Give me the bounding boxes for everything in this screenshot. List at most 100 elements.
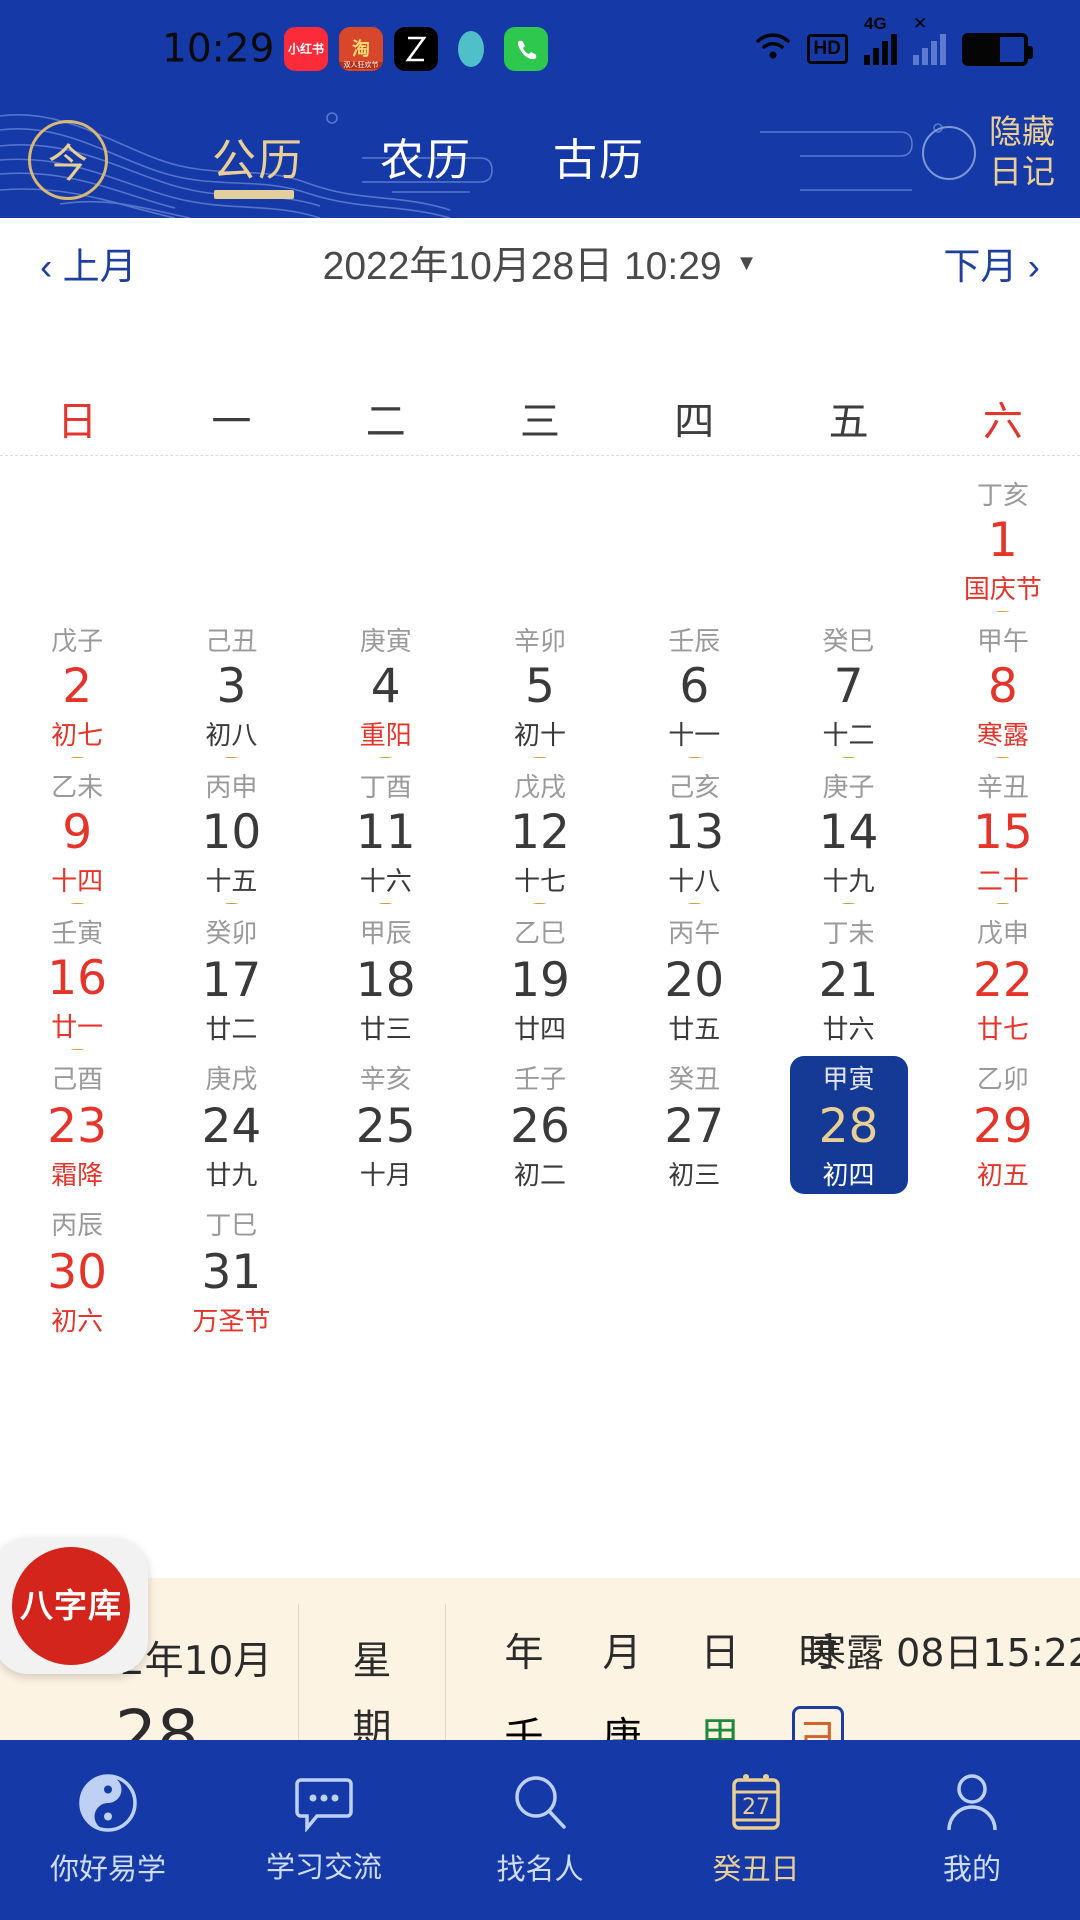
calendar-cell-1[interactable]: 丁亥 1 国庆节 [926,466,1080,612]
cell-day-number: 24 [201,1099,262,1154]
calendar-cell-30[interactable]: 丙辰 30 初六 [0,1196,154,1342]
cell-day-number: 13 [664,805,725,860]
calendar-cell-28[interactable]: 甲寅 28 初四 [771,1050,925,1196]
calendar-cell-2[interactable]: 戊子 2 初七 [0,612,154,758]
calendar-cell-15[interactable]: 辛丑 15 二十 [926,758,1080,904]
prev-month-button[interactable]: ‹ 上月 [40,236,137,290]
calendar-cell-19[interactable]: 乙巳 19 廿四 [463,904,617,1050]
calendar-cell-22[interactable]: 戊申 22 廿七 [926,904,1080,1050]
person-icon [943,1772,1001,1834]
calendar-cell-26[interactable]: 壬子 26 初二 [463,1050,617,1196]
calendar-cell-4[interactable]: 庚寅 4 重阳 [309,612,463,758]
calendar-cell-10[interactable]: 丙申 10 十五 [154,758,308,904]
calendar-cell-3[interactable]: 己丑 3 初八 [154,612,308,758]
bottom-nav-item-1[interactable]: 学习交流 [216,1740,432,1920]
bottom-nav-item-0[interactable]: 你好易学 [0,1740,216,1920]
chevron-down-icon: ▼ [735,250,758,275]
tab-nongli[interactable]: 农历 [380,124,472,188]
cell-lunar-label: 十一 [668,720,721,750]
cell-ganzhi: 丙辰 [51,1210,104,1240]
calendar-cell-5[interactable]: 辛卯 5 初十 [463,612,617,758]
cell-ganzhi: 壬子 [513,1064,566,1094]
calendar-cell-24[interactable]: 庚戌 24 廿九 [154,1050,308,1196]
cell-lunar-label: 霜降 [51,1160,104,1190]
tab-gongli[interactable]: 公历 [212,124,304,188]
cell-lunar-label: 国庆节 [963,574,1042,604]
signal-4g-icon: 4G [864,14,897,65]
calendar-cell-11[interactable]: 丁酉 11 十六 [309,758,463,904]
bazi-library-badge[interactable]: 八 字 库 [0,1538,148,1674]
cell-ganzhi: 己丑 [205,626,258,656]
bazi-badge-circle: 八 字 库 [12,1547,130,1665]
cell-ganzhi: 乙巳 [513,918,566,948]
calendar-cell-20[interactable]: 丙午 20 廿五 [617,904,771,1050]
bottom-nav-item-2[interactable]: 找名人 [432,1740,648,1920]
cell-ganzhi: 癸卯 [205,918,258,948]
cell-day-number: 16 [47,951,108,1006]
cell-ganzhi: 己亥 [668,772,721,802]
bottom-nav-item-4[interactable]: 我的 [864,1740,1080,1920]
bottom-navigation-bar: 你好易学 学习交流 找名人 27 癸丑日 我的 [0,1740,1080,1920]
cell-ganzhi: 庚子 [822,772,875,802]
weekday-char-1: 星 [352,1640,392,1683]
cell-day-number: 31 [201,1245,262,1300]
current-date-selector[interactable]: 2022年10月28日 10:29 ▼ [323,235,758,291]
cell-lunar-label: 廿四 [513,1014,566,1044]
hide-diary-button[interactable]: 隐藏 日记 [986,112,1058,193]
battery-icon [962,32,1033,66]
calendar-cell-23[interactable]: 己酉 23 霜降 [0,1050,154,1196]
current-date-label: 2022年10月28日 10:29 [322,245,722,288]
next-month-button[interactable]: 下月 › [943,236,1040,290]
calendar-cell-14[interactable]: 庚子 14 十九 [771,758,925,904]
cell-ganzhi: 丙午 [668,918,721,948]
calendar-cell-25[interactable]: 辛亥 25 十月 [309,1050,463,1196]
cell-day-number: 8 [987,659,1018,714]
cell-day-number: 22 [972,953,1033,1008]
cell-ganzhi: 辛丑 [976,772,1029,802]
cell-lunar-label: 初七 [51,720,104,750]
calendar-cell-12[interactable]: 戊戌 12 十七 [463,758,617,904]
cell-lunar-label: 十五 [205,866,258,896]
weekday-header-6: 六 [982,399,1023,444]
calendar-cell-13[interactable]: 己亥 13 十八 [617,758,771,904]
svg-text:27: 27 [742,1795,770,1820]
status-bar-app-icons: 小红书 淘双人狂欢节 [284,27,548,71]
cell-day-number: 26 [510,1099,570,1154]
calendar-cell-6[interactable]: 壬辰 6 十一 [617,612,771,758]
calendar-cell-21[interactable]: 丁未 21 廿六 [771,904,925,1050]
cell-lunar-label: 廿九 [205,1160,258,1190]
cell-lunar-label: 寒露 [976,720,1029,750]
cell-lunar-label: 十六 [359,866,412,896]
cell-lunar-label: 廿三 [359,1014,412,1044]
cell-day-number: 7 [833,659,864,714]
cell-day-number: 19 [510,953,570,1008]
calendar-cell-29[interactable]: 乙卯 29 初五 [926,1050,1080,1196]
cell-ganzhi: 丁巳 [205,1210,258,1240]
cell-day-number: 5 [525,659,555,714]
wave-decoration [0,112,943,218]
calendar-cell-31[interactable]: 丁巳 31 万圣节 [154,1196,308,1342]
tab-guli[interactable]: 古历 [553,124,645,188]
calendar-cell-7[interactable]: 癸巳 7 十二 [771,612,925,758]
bottom-nav-label-2: 找名人 [496,1854,584,1886]
calendar-cell-18[interactable]: 甲辰 18 廿三 [309,904,463,1050]
bottom-nav-item-3[interactable]: 27 癸丑日 [648,1740,864,1920]
calendar-cell-27[interactable]: 癸丑 27 初三 [617,1050,771,1196]
weekday-header-2: 二 [365,399,406,444]
solar-term-row-0: 寒露 08日15:22 [808,1622,1080,1677]
search-icon [509,1772,571,1834]
cell-day-number: 11 [355,805,416,860]
cell-lunar-label: 十八 [668,866,721,896]
calendar-cell-8[interactable]: 甲午 8 寒露 [926,612,1080,758]
cell-lunar-label: 十二 [822,720,875,750]
calendar-cell-17[interactable]: 癸卯 17 廿二 [154,904,308,1050]
cell-day-number: 12 [510,805,570,860]
cell-lunar-label: 十七 [513,866,566,896]
cell-ganzhi: 癸巳 [822,626,875,656]
calendar-cell-16[interactable]: 壬寅 16 廿一 [0,904,154,1050]
cell-day-number: 10 [201,805,262,860]
calendar-cell-9[interactable]: 乙未 9 十四 [0,758,154,904]
cell-ganzhi: 戊子 [51,626,104,656]
cell-day-number: 17 [201,953,262,1008]
today-button[interactable]: 今 [28,120,108,200]
